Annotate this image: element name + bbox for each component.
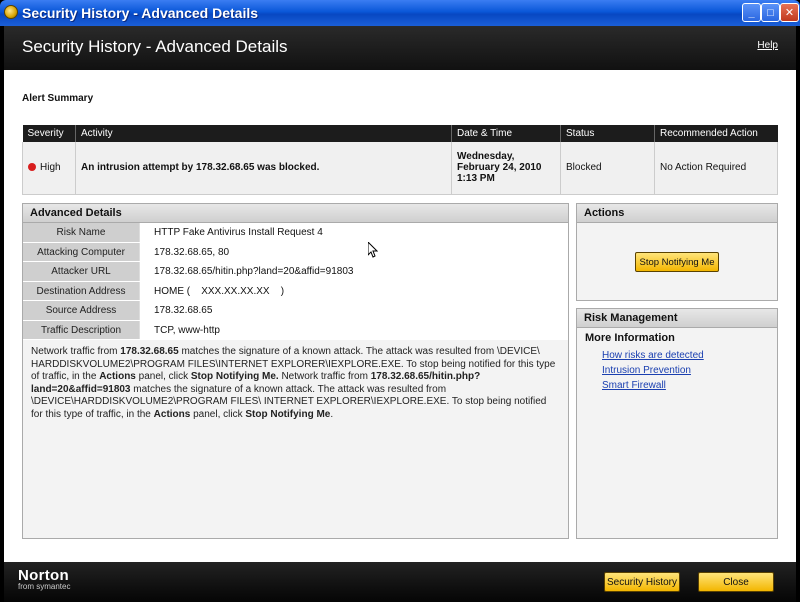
norton-logo: Norton from symantec xyxy=(18,567,70,591)
actions-heading: Actions xyxy=(577,204,777,223)
severity-label: High xyxy=(40,162,61,174)
severity-dot-icon xyxy=(28,163,36,172)
detail-label: Traffic Description xyxy=(23,320,139,339)
column-header-activity: Activity xyxy=(75,125,452,142)
actions-panel: Actions Stop Notifying Me xyxy=(576,203,778,301)
window-title: Security History - Advanced Details xyxy=(22,5,259,21)
footer-bar: Norton from symantec Security History Cl… xyxy=(4,562,796,602)
more-information-heading: More Information xyxy=(585,332,675,344)
description-bold: 178.32.68.65 xyxy=(120,346,179,357)
detail-label: Destination Address xyxy=(23,281,139,300)
activity-cell: An intrusion attempt by 178.32.68.65 was… xyxy=(75,142,452,195)
date-time-cell: Wednesday, February 24, 2010 1:13 PM xyxy=(451,142,561,195)
table-row[interactable]: High An intrusion attempt by 178.32.68.6… xyxy=(22,142,778,195)
attack-description: Network traffic from 178.32.68.65 matche… xyxy=(23,340,568,427)
column-header-status: Status xyxy=(560,125,655,142)
detail-label: Risk Name xyxy=(23,223,139,242)
description-bold: Stop Notifying Me. xyxy=(190,371,279,382)
detail-value: HOME ( XXX.XX.XX.XX ) xyxy=(139,281,568,300)
close-button[interactable]: Close xyxy=(698,572,774,592)
detail-value: 178.32.68.65 xyxy=(139,301,568,320)
status-cell: Blocked xyxy=(560,142,655,195)
recommended-action-cell: No Action Required xyxy=(654,142,778,195)
detail-value: 178.32.68.65/hitin.php?land=20&affid=918… xyxy=(139,262,568,281)
smart-firewall-link[interactable]: Smart Firewall xyxy=(602,380,777,391)
column-header-recommended-action: Recommended Action xyxy=(654,125,778,142)
detail-row-destination-address: Destination Address HOME ( XXX.XX.XX.XX … xyxy=(23,281,568,301)
description-text: . xyxy=(330,408,334,420)
stop-notifying-button[interactable]: Stop Notifying Me xyxy=(635,252,719,272)
alert-summary-table: Severity Activity Date & Time Status Rec… xyxy=(22,125,778,195)
description-bold: Stop Notifying Me xyxy=(245,408,331,420)
severity-cell: High xyxy=(22,142,76,195)
risk-management-panel: Risk Management More Information How ris… xyxy=(576,308,778,539)
description-text: panel, click xyxy=(135,371,191,382)
detail-row-source-address: Source Address 178.32.68.65 xyxy=(23,301,568,321)
description-text: Network traffic from xyxy=(278,371,371,382)
detail-value: HTTP Fake Antivirus Install Request 4 xyxy=(139,223,568,242)
detail-label: Attacking Computer xyxy=(23,242,139,261)
close-window-button[interactable]: ✕ xyxy=(780,3,799,22)
main-content: Alert Summary Severity Activity Date & T… xyxy=(4,70,796,562)
detail-row-attacking-computer: Attacking Computer 178.32.68.65, 80 xyxy=(23,242,568,262)
detail-label: Attacker URL xyxy=(23,262,139,281)
detail-label: Source Address xyxy=(23,301,139,320)
window-title-bar[interactable]: Security History - Advanced Details _ □ … xyxy=(0,0,800,26)
maximize-button[interactable]: □ xyxy=(761,3,780,22)
detail-value: TCP, www-http xyxy=(139,320,568,339)
description-text: panel, click xyxy=(190,408,246,420)
risk-management-heading: Risk Management xyxy=(577,309,777,328)
intrusion-prevention-link[interactable]: Intrusion Prevention xyxy=(602,365,777,376)
advanced-details-panel: Advanced Details Risk Name HTTP Fake Ant… xyxy=(22,203,569,539)
how-risks-detected-link[interactable]: How risks are detected xyxy=(602,350,777,361)
date-line: February 24, 2010 xyxy=(457,162,542,174)
norton-app-icon xyxy=(4,5,18,19)
page-header: Security History - Advanced Details Help xyxy=(4,26,796,70)
detail-row-attacker-url: Attacker URL 178.32.68.65/hitin.php?land… xyxy=(23,262,568,282)
mouse-cursor-icon xyxy=(368,242,378,258)
description-text: Network traffic from xyxy=(31,346,121,357)
column-header-date-time: Date & Time xyxy=(451,125,561,142)
description-bold: Actions xyxy=(153,408,191,420)
column-header-severity: Severity xyxy=(22,125,76,142)
detail-row-traffic-description: Traffic Description TCP, www-http xyxy=(23,320,568,340)
alert-summary-heading: Alert Summary xyxy=(22,93,94,104)
time-line: 1:13 PM xyxy=(457,173,495,185)
page-title: Security History - Advanced Details xyxy=(22,37,288,56)
date-line: Wednesday, xyxy=(457,151,515,163)
details-list: Risk Name HTTP Fake Antivirus Install Re… xyxy=(23,223,568,340)
brand-subtitle: from symantec xyxy=(18,582,71,591)
help-link[interactable]: Help xyxy=(757,40,778,51)
advanced-details-heading: Advanced Details xyxy=(23,204,568,223)
detail-row-risk-name: Risk Name HTTP Fake Antivirus Install Re… xyxy=(23,223,568,243)
minimize-button[interactable]: _ xyxy=(742,3,761,22)
description-bold: Actions xyxy=(99,371,136,382)
detail-value: 178.32.68.65, 80 xyxy=(139,242,568,261)
security-history-button[interactable]: Security History xyxy=(604,572,680,592)
